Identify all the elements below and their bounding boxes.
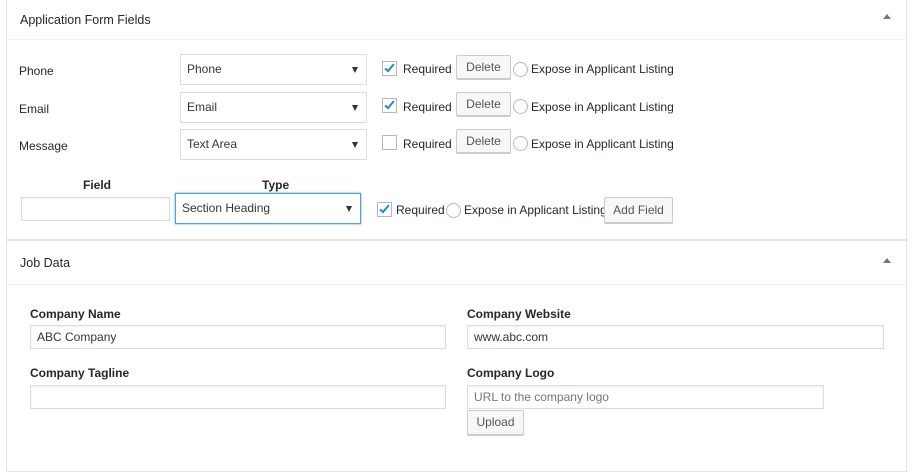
chevron-down-icon — [352, 67, 358, 73]
type-column-header: Type — [262, 178, 290, 192]
collapse-arrow-icon[interactable] — [883, 258, 891, 263]
delete-button-email[interactable]: Delete — [456, 92, 511, 116]
upload-button[interactable]: Upload — [467, 410, 524, 435]
new-field-required-checkbox[interactable] — [377, 202, 392, 217]
application-form-fields-header[interactable]: Application Form Fields — [7, 0, 906, 40]
expose-label: Expose in Applicant Listing — [531, 100, 674, 114]
field-name-email: Email — [19, 102, 50, 116]
field-type-select-message[interactable]: Text Area — [180, 129, 367, 160]
chevron-down-icon — [352, 142, 358, 148]
chevron-down-icon — [346, 206, 352, 212]
field-type-value: Email — [187, 100, 218, 114]
delete-button-phone[interactable]: Delete — [456, 55, 511, 79]
new-field-name-input[interactable] — [21, 197, 170, 221]
company-logo-label: Company Logo — [467, 366, 555, 380]
job-data-panel: Job Data Company Name ABC Company Compan… — [6, 240, 907, 472]
expose-label: Expose in Applicant Listing — [531, 62, 674, 76]
field-name-phone: Phone — [19, 64, 54, 78]
expose-label: Expose in Applicant Listing — [464, 203, 607, 217]
required-checkbox-email[interactable] — [382, 98, 397, 113]
field-type-select-phone[interactable]: Phone — [180, 54, 367, 85]
new-field-type-select[interactable]: Section Heading — [175, 193, 361, 224]
new-field-expose-radio[interactable] — [446, 203, 461, 218]
application-form-fields-title: Application Form Fields — [20, 13, 151, 27]
add-field-button[interactable]: Add Field — [604, 197, 673, 223]
field-column-header: Field — [83, 178, 112, 192]
company-name-input[interactable]: ABC Company — [30, 325, 446, 349]
company-tagline-label: Company Tagline — [30, 366, 130, 380]
expose-radio-phone[interactable] — [513, 62, 528, 77]
job-data-title: Job Data — [20, 256, 71, 270]
chevron-down-icon — [352, 105, 358, 111]
field-type-select-email[interactable]: Email — [180, 92, 367, 123]
company-website-input[interactable]: www.abc.com — [467, 325, 884, 349]
required-label: Required — [403, 62, 452, 76]
checkmark-icon — [379, 202, 390, 214]
required-label: Required — [396, 203, 445, 217]
required-checkbox-message[interactable] — [382, 135, 397, 150]
job-data-header[interactable]: Job Data — [7, 241, 906, 285]
field-type-value: Text Area — [187, 137, 238, 151]
required-label: Required — [403, 137, 452, 151]
expose-label: Expose in Applicant Listing — [531, 137, 674, 151]
checkmark-icon — [384, 61, 395, 73]
collapse-arrow-icon[interactable] — [883, 14, 891, 19]
application-form-fields-panel: Application Form Fields Phone Phone Requ… — [6, 0, 907, 240]
field-name-message: Message — [19, 139, 68, 153]
expose-radio-message[interactable] — [513, 136, 528, 151]
delete-button-message[interactable]: Delete — [456, 129, 511, 153]
company-logo-url-input[interactable]: URL to the company logo — [467, 385, 824, 409]
expose-radio-email[interactable] — [513, 99, 528, 114]
required-checkbox-phone[interactable] — [382, 61, 397, 76]
required-label: Required — [403, 100, 452, 114]
company-website-label: Company Website — [467, 307, 571, 321]
company-tagline-input[interactable] — [30, 385, 446, 409]
field-type-value: Section Heading — [182, 201, 271, 215]
checkmark-icon — [384, 98, 395, 110]
company-name-label: Company Name — [30, 307, 121, 321]
field-type-value: Phone — [187, 62, 222, 76]
